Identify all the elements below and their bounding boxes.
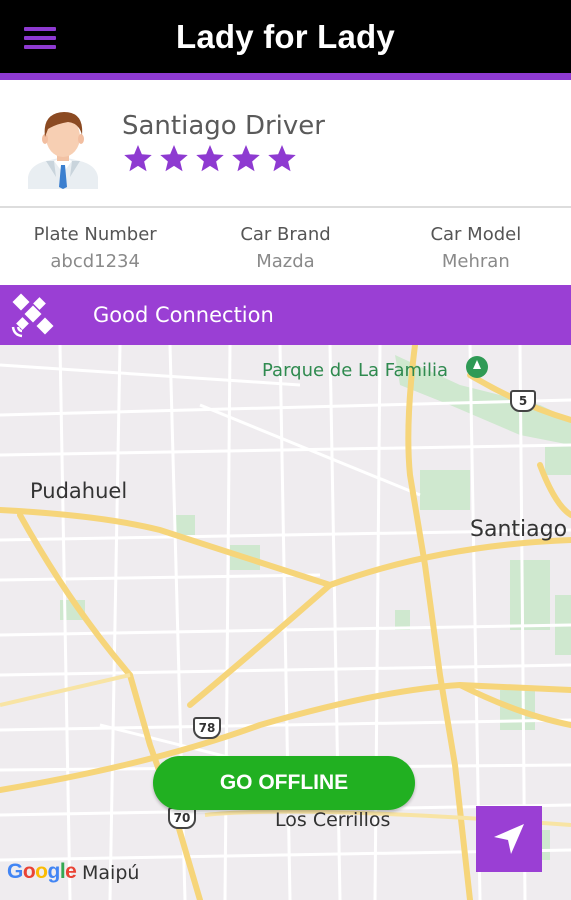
driver-card: Santiago Driver [0, 87, 571, 208]
map-label-santiago: Santiago [470, 517, 568, 542]
connection-status-bar: Good Connection [0, 285, 571, 345]
car-brand-label: Car Brand [240, 224, 331, 245]
star-icon [160, 145, 188, 172]
vehicle-info: Plate Number abcd1234 Car Brand Mazda Ca… [0, 208, 571, 285]
map-label-parque: Parque de La Familia [262, 360, 449, 381]
plate-number-value: abcd1234 [50, 251, 140, 272]
star-icon [268, 145, 296, 172]
car-brand-value: Mazda [256, 251, 315, 272]
map-label-cerrillos: Los Cerrillos [275, 809, 391, 831]
car-brand-column: Car Brand Mazda [190, 208, 380, 285]
route-shield-5: 5 [510, 390, 536, 412]
star-icon [124, 145, 152, 172]
rating-stars [122, 143, 298, 175]
star-icon [232, 145, 260, 172]
driver-avatar-icon [28, 112, 98, 189]
route-shield-70: 70 [168, 807, 196, 829]
car-model-value: Mehran [441, 251, 510, 272]
plate-number-column: Plate Number abcd1234 [0, 208, 190, 285]
star-icon [196, 145, 224, 172]
hamburger-menu-icon[interactable] [24, 26, 58, 52]
app-header: Lady for Lady [0, 0, 571, 80]
satellite-icon [11, 293, 54, 338]
car-model-column: Car Model Mehran [381, 208, 571, 285]
car-model-label: Car Model [430, 224, 522, 245]
driver-name: Santiago Driver [122, 111, 325, 141]
route-shield-78: 78 [193, 717, 221, 739]
map-label-maipu: Maipú [82, 862, 140, 884]
navigate-button[interactable] [476, 806, 542, 872]
google-logo: Google [7, 860, 77, 883]
map-label-pudahuel: Pudahuel [30, 479, 128, 503]
navigation-arrow-icon [494, 824, 524, 854]
app-title: Lady for Lady [176, 17, 395, 55]
connection-status-text: Good Connection [93, 303, 274, 327]
plate-number-label: Plate Number [33, 224, 157, 245]
go-offline-button[interactable]: GO OFFLINE [153, 756, 415, 810]
